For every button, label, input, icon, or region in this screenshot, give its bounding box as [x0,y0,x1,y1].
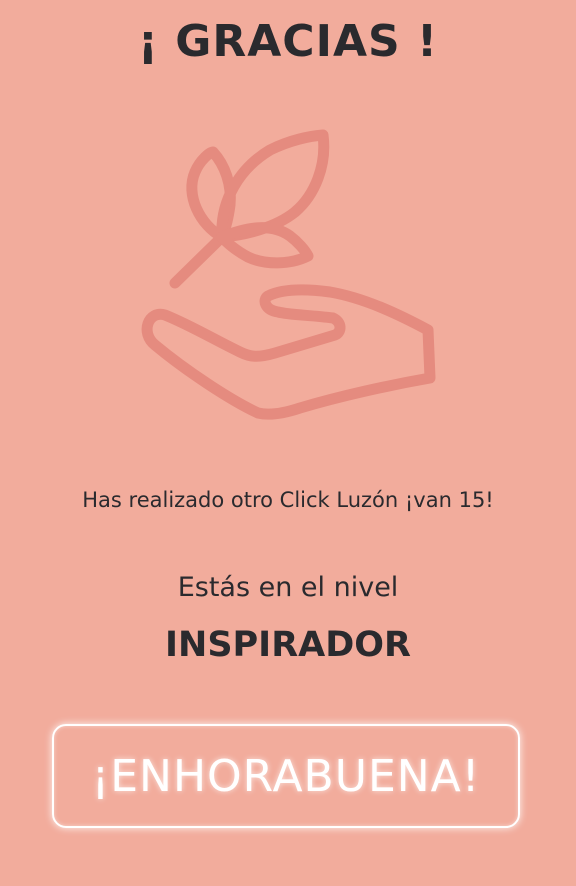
level-label: Estás en el nivel [177,572,399,603]
congrats-button-label: ¡ENHORABUENA! [91,750,481,802]
hand-holding-plant-icon [141,129,436,420]
page-title: ¡ GRACIAS ! [137,16,439,67]
message-text: Has realizado otro Click Luzón ¡van 15! [82,488,494,512]
level-name: INSPIRADOR [165,625,411,665]
congrats-button[interactable]: ¡ENHORABUENA! [52,724,520,828]
